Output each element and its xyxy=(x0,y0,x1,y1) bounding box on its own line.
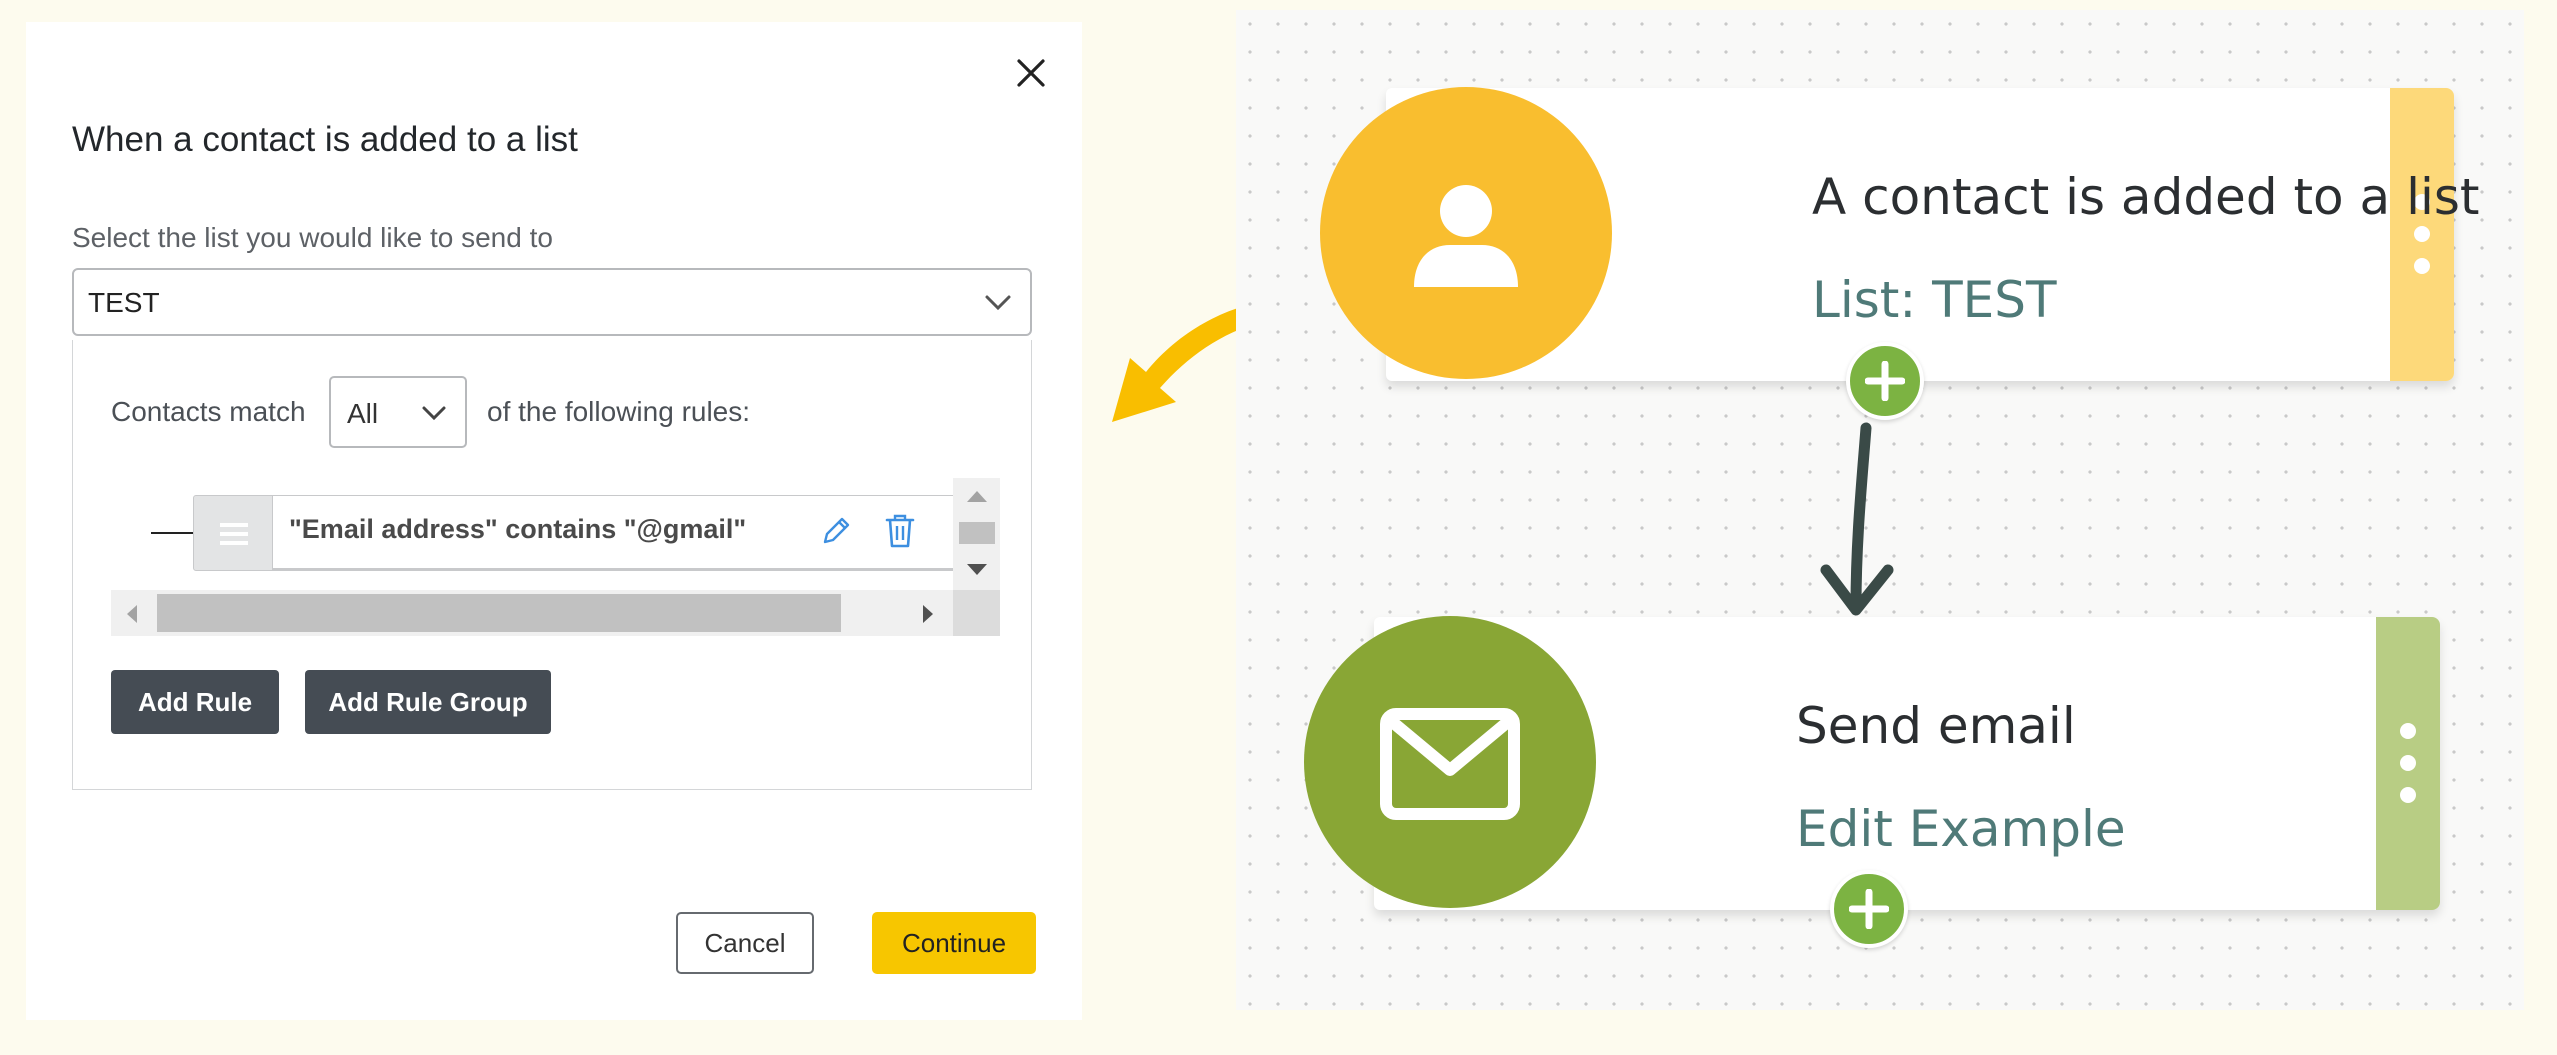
rule-item: "Email address" contains "@gmail" xyxy=(273,495,953,571)
chevron-down-icon xyxy=(985,295,1011,311)
chevron-down-icon xyxy=(422,406,446,421)
match-label: Contacts match xyxy=(111,396,306,427)
node-subtitle[interactable]: Edit Example xyxy=(1796,800,2126,858)
node-title: Send email xyxy=(1796,697,2076,755)
plus-icon xyxy=(1849,889,1889,929)
continue-button[interactable]: Continue xyxy=(872,912,1036,974)
list-select[interactable]: TEST xyxy=(72,268,1032,336)
kebab-menu-icon[interactable] xyxy=(2400,755,2416,771)
rule-scroll-area: "Email address" contains "@gmail" xyxy=(111,478,1000,636)
drag-handle[interactable] xyxy=(193,495,273,571)
envelope-icon xyxy=(1380,708,1520,820)
kebab-menu-icon[interactable] xyxy=(2400,723,2416,739)
node-subtitle[interactable]: List: TEST xyxy=(1812,271,2057,329)
person-icon xyxy=(1414,185,1518,287)
match-select-value: All xyxy=(347,398,379,429)
rules-panel: Contacts match All of the following rule… xyxy=(72,340,1032,790)
workflow-canvas[interactable]: A contact is added to a list List: TEST … xyxy=(1236,10,2524,1010)
kebab-menu-icon[interactable] xyxy=(2414,258,2430,274)
node-options-strip xyxy=(2376,617,2440,910)
add-step-button[interactable] xyxy=(1846,342,1924,420)
rule-text: "Email address" contains "@gmail" xyxy=(289,514,747,544)
add-step-button[interactable] xyxy=(1830,870,1908,948)
cancel-button[interactable]: Cancel xyxy=(676,912,814,974)
list-select-value: TEST xyxy=(88,287,160,318)
pencil-icon[interactable] xyxy=(819,514,853,548)
kebab-menu-icon[interactable] xyxy=(2414,226,2430,242)
send-email-node-icon-circle xyxy=(1304,616,1596,908)
scroll-left-arrow-icon[interactable] xyxy=(125,603,139,625)
node-options-strip xyxy=(2390,88,2454,381)
kebab-menu-icon[interactable] xyxy=(2400,787,2416,803)
match-select[interactable]: All xyxy=(329,376,467,448)
drag-handle-icon xyxy=(220,523,248,545)
trash-icon[interactable] xyxy=(883,512,917,550)
add-rule-button[interactable]: Add Rule xyxy=(111,670,279,734)
list-select-label: Select the list you would like to send t… xyxy=(72,222,553,253)
horizontal-scroll-thumb[interactable] xyxy=(157,594,841,632)
node-title: A contact is added to a list xyxy=(1812,168,2480,226)
scrollbar-corner xyxy=(953,590,1000,636)
plus-icon xyxy=(1865,361,1905,401)
flow-connector-arrow xyxy=(1820,422,1894,616)
trigger-node-icon-circle xyxy=(1320,87,1612,379)
trigger-modal: When a contact is added to a list Select… xyxy=(26,22,1082,1020)
vertical-scroll-thumb[interactable] xyxy=(959,522,995,544)
horizontal-scrollbar[interactable] xyxy=(111,590,953,636)
close-icon[interactable] xyxy=(1010,52,1052,94)
scroll-right-arrow-icon[interactable] xyxy=(921,603,935,625)
scroll-down-arrow-icon[interactable] xyxy=(965,562,989,578)
vertical-scrollbar[interactable] xyxy=(953,478,1000,636)
match-suffix: of the following rules: xyxy=(487,396,751,427)
rule-connector-line xyxy=(151,532,195,534)
modal-title: When a contact is added to a list xyxy=(72,120,578,159)
scroll-up-arrow-icon[interactable] xyxy=(965,488,989,504)
add-rule-group-button[interactable]: Add Rule Group xyxy=(305,670,551,734)
